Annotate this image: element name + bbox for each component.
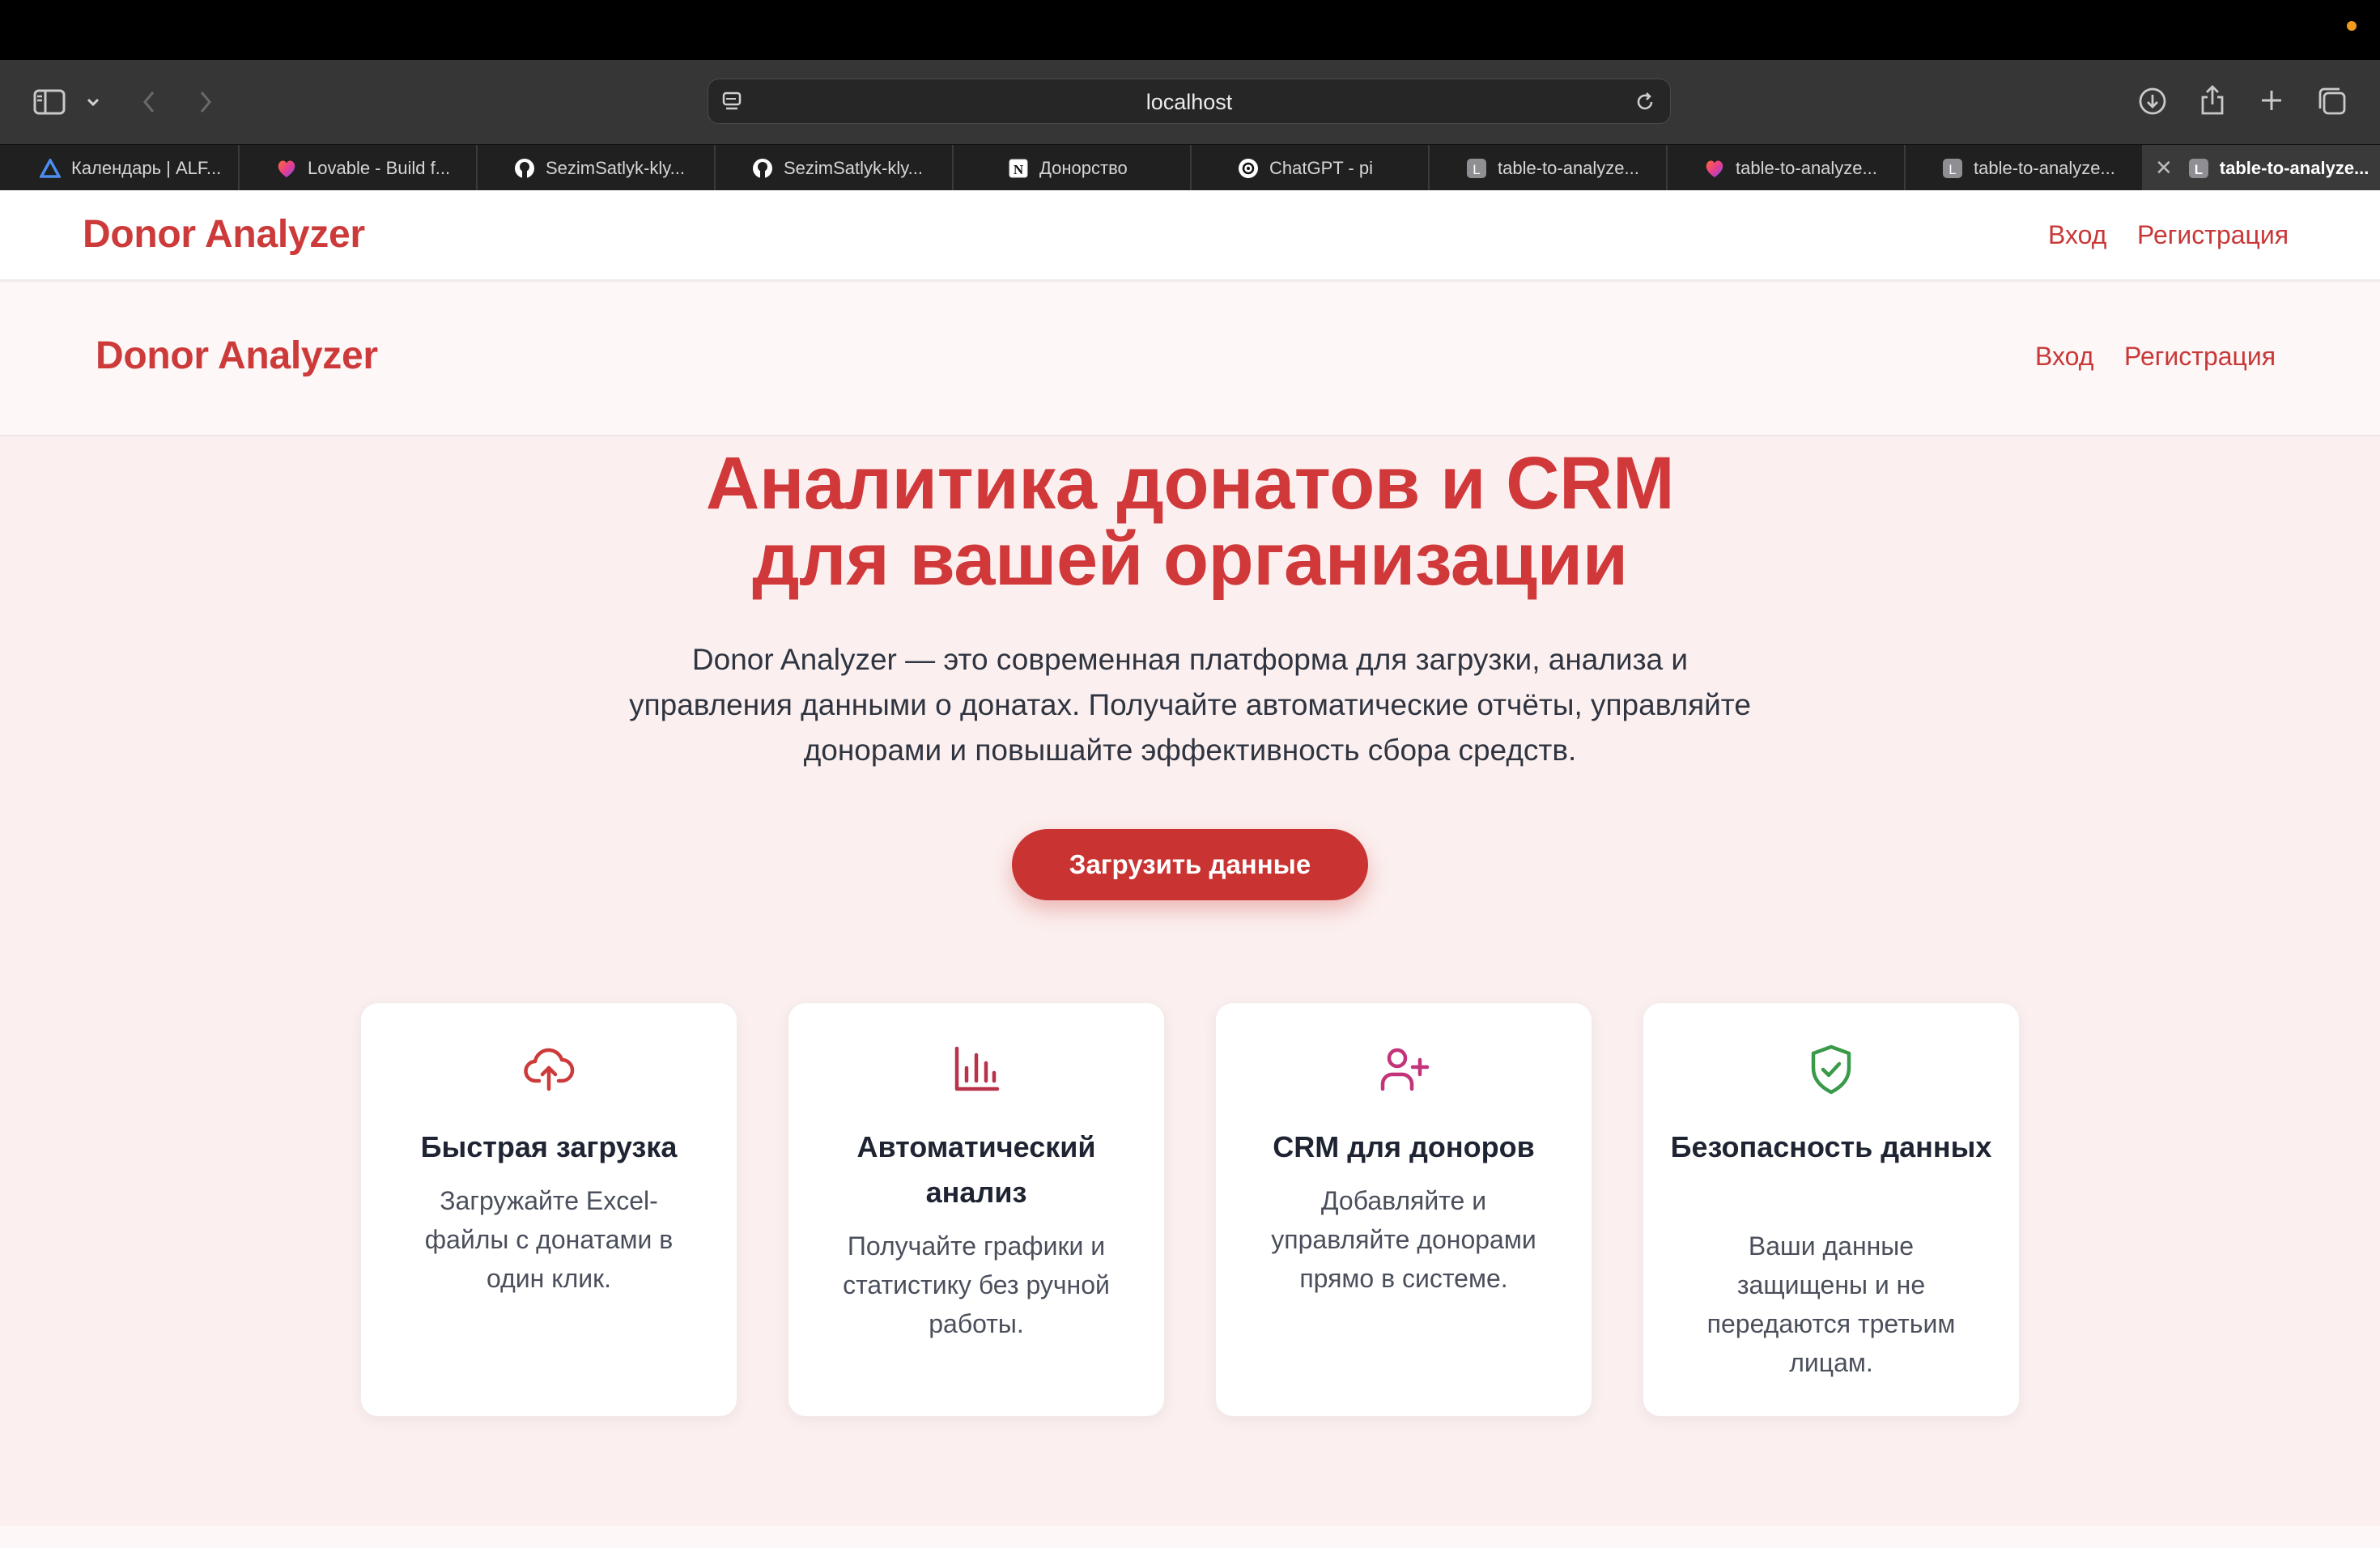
feature-desc: Ваши данные защищены и не передаются тре…	[1706, 1231, 1956, 1377]
tab-label: Донорство	[1039, 157, 1128, 178]
tab-label: ChatGPT - pi	[1269, 157, 1373, 178]
cloud-upload-icon	[361, 1044, 737, 1095]
svg-text:N: N	[1014, 162, 1024, 177]
system-menubar	[0, 0, 2380, 60]
github-favicon-icon	[751, 157, 774, 180]
tab-label: table-to-analyze...	[1498, 157, 1639, 178]
github-favicon-icon	[513, 157, 536, 180]
login-link[interactable]: Вход	[2048, 220, 2106, 250]
tab-label: Lovable - Build f...	[308, 157, 451, 178]
feature-card-upload: Быстрая загрузка Загружайте Excel-файлы …	[360, 1002, 737, 1417]
chevron-right-icon	[200, 91, 211, 113]
tab-table-2[interactable]: table-to-analyze...	[1668, 145, 1906, 191]
bar-chart-icon	[788, 1044, 1164, 1095]
tab-notion[interactable]: N Донорство	[954, 145, 1192, 191]
lovable-favicon-icon	[275, 157, 298, 180]
tab-chatgpt[interactable]: ChatGPT - pi	[1192, 145, 1430, 191]
tab-label: Календарь | ALF...	[71, 157, 222, 178]
recording-indicator	[2347, 21, 2357, 31]
secondary-navbar: Donor Analyzer Вход Регистрация	[0, 283, 2380, 436]
tab-label: table-to-analyze...	[1736, 157, 1877, 178]
close-tab-icon[interactable]: ✕	[2155, 155, 2173, 181]
chevron-down-button[interactable]	[81, 89, 105, 115]
reload-icon[interactable]	[1633, 90, 1657, 114]
chatgpt-favicon-icon	[1237, 157, 1260, 180]
plus-icon	[2262, 91, 2281, 110]
tabs-overview-icon	[2318, 87, 2346, 115]
downloads-button[interactable]	[2134, 83, 2171, 120]
new-tab-button[interactable]	[2254, 83, 2289, 118]
letter-l-favicon-icon: L	[1465, 157, 1488, 180]
feature-title: Быстрая загрузка	[420, 1130, 678, 1163]
tab-label: SezimSatlyk-kly...	[546, 157, 685, 178]
back-button[interactable]	[134, 84, 164, 120]
sidebar-icon	[33, 89, 66, 115]
page-content: Donor Analyzer Вход Регистрация Donor An…	[0, 190, 2380, 1548]
chevron-left-icon	[143, 91, 155, 113]
page-bottom-band	[0, 1526, 2380, 1548]
feature-card-analysis: Автоматический анализ Получайте графики …	[788, 1002, 1165, 1417]
brand-logo[interactable]: Donor Analyzer	[83, 212, 365, 257]
url-text: localhost	[1145, 90, 1233, 114]
feature-title: Автоматический анализ	[856, 1130, 1096, 1209]
hero-subtitle: Donor Analyzer — это современная платфор…	[629, 643, 1751, 767]
sidebar-toggle-button[interactable]	[29, 83, 70, 121]
tab-table-1[interactable]: L table-to-analyze...	[1430, 145, 1668, 191]
tab-bar: Календарь | ALF... Lovable - Build f... …	[0, 144, 2380, 191]
share-icon	[2201, 85, 2224, 115]
tab-label: SezimSatlyk-kly...	[784, 157, 923, 178]
feature-title: CRM для доноров	[1273, 1130, 1535, 1163]
feature-desc: Добавляйте и управляйте донорами прямо в…	[1271, 1186, 1536, 1293]
tab-lovable[interactable]: Lovable - Build f...	[240, 145, 478, 191]
brand-logo-secondary[interactable]: Donor Analyzer	[96, 334, 378, 378]
tab-label: table-to-analyze...	[2219, 157, 2369, 178]
chevron-down-icon	[87, 98, 100, 107]
feature-title: Безопасность данных	[1670, 1130, 1992, 1163]
user-plus-icon	[1216, 1044, 1592, 1095]
browser-toolbar: localhost	[0, 60, 2380, 144]
hero-title: Аналитика донатов и CRM для вашей органи…	[0, 443, 2380, 600]
shield-check-icon	[1643, 1044, 2019, 1095]
forward-button[interactable]	[191, 84, 220, 120]
tab-label: table-to-analyze...	[1974, 157, 2115, 178]
top-navbar: Donor Analyzer Вход Регистрация	[0, 190, 2380, 281]
notion-favicon-icon: N	[1007, 157, 1030, 180]
feature-desc: Получайте графики и статистику без ручно…	[843, 1231, 1110, 1338]
register-link-secondary[interactable]: Регистрация	[2124, 342, 2276, 372]
hero-title-line1: Аналитика донатов и CRM	[705, 442, 1675, 525]
address-bar[interactable]: localhost	[708, 79, 1671, 124]
svg-text:L: L	[1473, 162, 1480, 177]
svg-text:L: L	[1949, 162, 1956, 177]
tab-table-3[interactable]: L table-to-analyze...	[1906, 145, 2144, 191]
tab-github-1[interactable]: SezimSatlyk-kly...	[478, 145, 716, 191]
tab-table-active[interactable]: ✕ L table-to-analyze...	[2144, 145, 2380, 191]
tab-github-2[interactable]: SezimSatlyk-kly...	[716, 145, 954, 191]
svg-text:L: L	[2195, 162, 2203, 177]
register-link[interactable]: Регистрация	[2137, 220, 2289, 250]
feature-card-crm: CRM для доноров Добавляйте и управляйте …	[1215, 1002, 1592, 1417]
tab-overview-button[interactable]	[2314, 83, 2351, 120]
share-button[interactable]	[2194, 79, 2231, 120]
tab-calendar[interactable]: Календарь | ALF...	[0, 145, 240, 191]
hero-title-line2: для вашей организации	[752, 518, 1628, 601]
feature-desc: Загружайте Excel-файлы с донатами в один…	[424, 1186, 674, 1293]
download-icon	[2139, 87, 2166, 115]
lovable-favicon-icon	[1703, 157, 1726, 180]
upload-data-button[interactable]: Загрузить данные	[1012, 829, 1368, 900]
calendar-favicon-icon	[39, 157, 62, 180]
letter-l-favicon-icon: L	[2187, 157, 2210, 180]
letter-l-favicon-icon: L	[1941, 157, 1964, 180]
feature-card-security: Безопасность данных Ваши данные защищены…	[1643, 1002, 2020, 1417]
login-link-secondary[interactable]: Вход	[2035, 342, 2093, 372]
